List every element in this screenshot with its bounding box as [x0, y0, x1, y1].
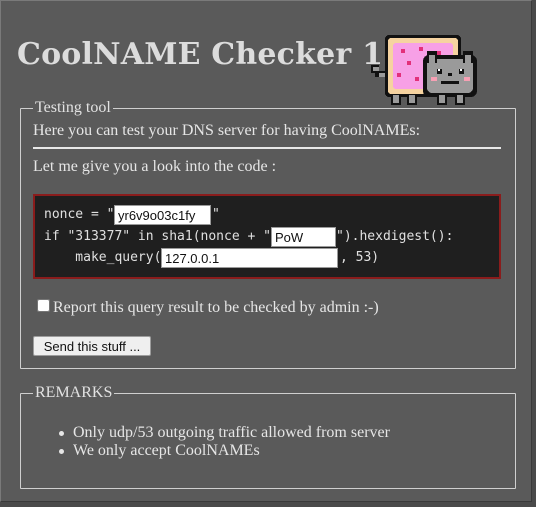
- send-button[interactable]: Send this stuff ...: [33, 336, 151, 356]
- code-line2-prefix: if "313377" in sha1(nonce + ": [44, 229, 271, 244]
- page-title: CoolNAME Checker 1.0: [17, 37, 415, 72]
- report-checkbox[interactable]: [37, 299, 50, 312]
- remark-item: Only udp/53 outgoing traffic allowed fro…: [73, 424, 390, 441]
- query-host-input[interactable]: [161, 248, 338, 268]
- remarks-legend: REMARKS: [35, 384, 113, 401]
- testing-tool-intro: Here you can test your DNS server for ha…: [33, 122, 421, 139]
- code-line1-suffix: ": [212, 207, 220, 222]
- code-line3-prefix: make_query(: [44, 250, 162, 265]
- testing-tool-legend: Testing tool: [35, 99, 111, 116]
- pow-input[interactable]: [271, 227, 336, 247]
- code-line2-suffix: ").hexdigest():: [336, 229, 454, 244]
- list-bullet: [59, 431, 64, 436]
- divider: [33, 147, 501, 149]
- code-intro: Let me give you a look into the code :: [33, 158, 277, 175]
- remark-item: We only accept CoolNAMEs: [73, 442, 260, 459]
- page-container: CoolNAME Checker 1.0 Testing tool Here y…: [0, 0, 532, 502]
- list-bullet: [59, 449, 64, 454]
- code-line1-prefix: nonce = ": [44, 207, 115, 222]
- code-line3-suffix: , 53): [340, 250, 380, 265]
- report-label: Report this query result to be checked b…: [53, 299, 379, 316]
- nyan-cat-icon: [371, 35, 477, 105]
- nonce-input[interactable]: [114, 205, 211, 225]
